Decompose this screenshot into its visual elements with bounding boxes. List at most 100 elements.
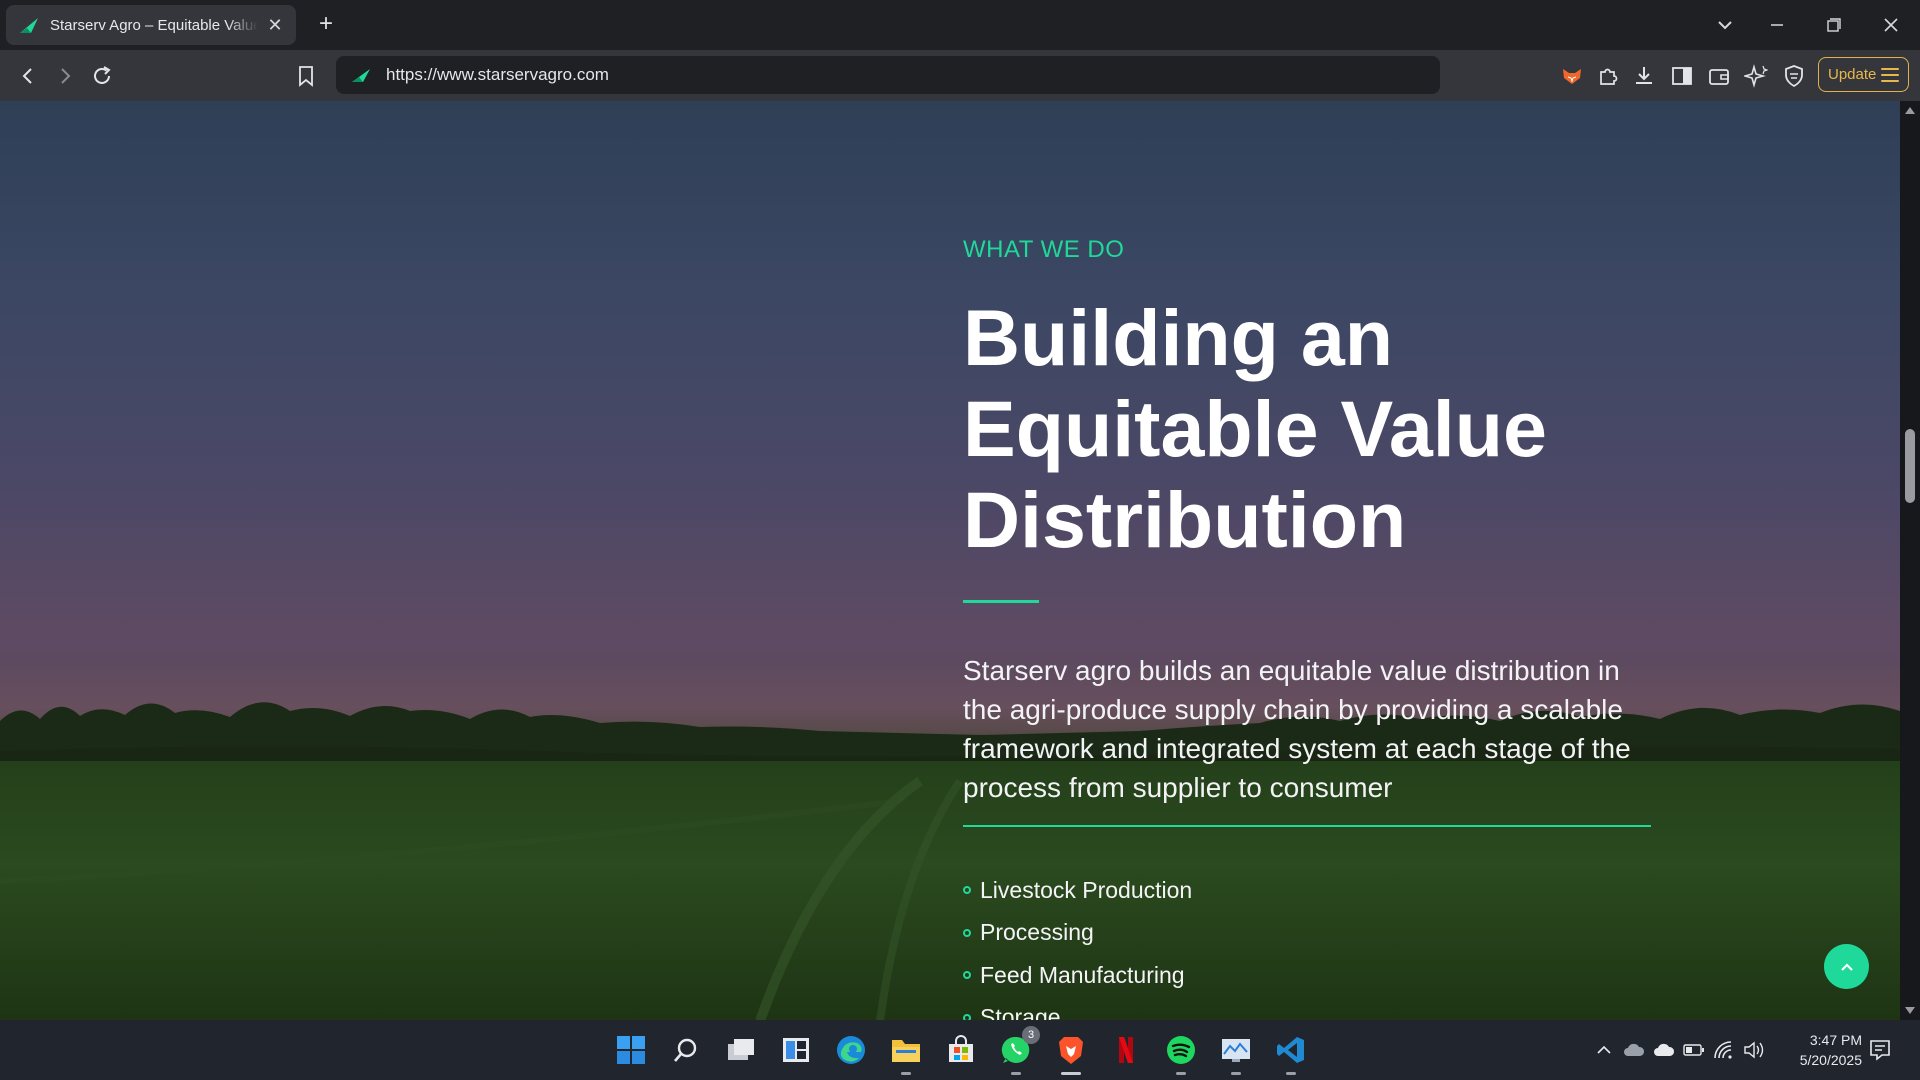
brave-button[interactable] xyxy=(1051,1030,1091,1075)
search-button[interactable] xyxy=(666,1030,706,1070)
store-button[interactable] xyxy=(941,1030,981,1070)
task-view-icon xyxy=(728,1039,754,1060)
scrollbar-thumb[interactable] xyxy=(1905,429,1915,503)
tab-list-chevron-icon[interactable] xyxy=(1710,13,1740,37)
service-label: Processing xyxy=(980,919,1094,946)
bullet-icon xyxy=(963,886,971,895)
services-list: Livestock Production Processing Feed Man… xyxy=(963,869,1192,1020)
back-arrow-icon xyxy=(22,68,32,84)
volume-button[interactable] xyxy=(1742,1038,1766,1062)
running-indicator xyxy=(1286,1072,1296,1075)
system-clock[interactable]: 3:47 PM 5/20/2025 xyxy=(1766,1030,1862,1070)
running-indicator xyxy=(901,1072,911,1075)
notification-icon xyxy=(1870,1040,1890,1061)
notification-badge: 3 xyxy=(1022,1026,1040,1044)
task-view-button[interactable] xyxy=(721,1030,761,1070)
close-window-icon[interactable] xyxy=(1876,13,1906,37)
widgets-button[interactable] xyxy=(776,1030,816,1070)
tab-title: Starserv Agro – Equitable Value xyxy=(50,16,258,34)
accent-underline xyxy=(963,600,1039,603)
section-divider xyxy=(963,825,1651,827)
brave-lion-icon xyxy=(1059,1037,1083,1064)
vscode-button[interactable] xyxy=(1271,1030,1311,1075)
new-tab-button[interactable]: + xyxy=(312,10,340,38)
running-indicator xyxy=(1011,1072,1021,1075)
search-icon xyxy=(674,1038,697,1062)
edge-icon xyxy=(837,1036,865,1064)
widgets-icon xyxy=(783,1038,809,1062)
extensions-button[interactable] xyxy=(1594,62,1622,90)
wifi-icon xyxy=(1714,1041,1732,1059)
forward-button[interactable] xyxy=(49,60,81,92)
restore-icon[interactable] xyxy=(1818,13,1848,37)
scroll-up-arrow-icon[interactable] xyxy=(1905,107,1915,114)
spotify-icon xyxy=(1167,1036,1195,1064)
spotify-button[interactable] xyxy=(1161,1030,1201,1075)
site-favicon-icon xyxy=(20,18,38,33)
battery-icon xyxy=(1683,1044,1704,1056)
start-button[interactable] xyxy=(611,1030,651,1070)
wallet-button[interactable] xyxy=(1705,62,1733,90)
reload-button[interactable] xyxy=(86,60,118,92)
sidebar-button[interactable] xyxy=(1668,62,1696,90)
windows-logo-icon xyxy=(617,1036,645,1064)
list-item: Livestock Production xyxy=(963,869,1192,912)
extension-fox-button[interactable] xyxy=(1558,62,1586,90)
service-label: Feed Manufacturing xyxy=(980,961,1185,988)
webpage-viewport: WHAT WE DO Building an Equitable Value D… xyxy=(0,101,1900,1020)
update-button[interactable]: Update xyxy=(1818,57,1909,92)
section-description: Starserv agro builds an equitable value … xyxy=(963,655,1631,803)
cloud-icon xyxy=(1654,1043,1675,1056)
file-explorer-button[interactable] xyxy=(886,1030,926,1075)
onedrive-button[interactable] xyxy=(1652,1038,1676,1062)
forward-arrow-icon xyxy=(61,68,71,84)
onedrive-personal-button[interactable] xyxy=(1622,1038,1646,1062)
windows-taskbar: 3 3:47 PM 5/20/2025 xyxy=(0,1020,1920,1080)
url-text: https://www.starservagro.com xyxy=(386,65,609,84)
list-item: Feed Manufacturing xyxy=(963,954,1192,997)
netflix-button[interactable] xyxy=(1106,1030,1146,1070)
minimize-icon[interactable] xyxy=(1762,13,1792,37)
browser-toolbar: https://www.starservagro.com Update xyxy=(0,50,1920,101)
list-item: Processing xyxy=(963,912,1192,955)
running-indicator xyxy=(1176,1072,1186,1075)
site-favicon-icon xyxy=(352,69,370,82)
wallet-icon xyxy=(1709,69,1729,85)
active-tab[interactable]: Starserv Agro – Equitable Value ✕ xyxy=(6,5,296,45)
service-label: Livestock Production xyxy=(980,876,1193,903)
vscode-icon xyxy=(1277,1037,1304,1063)
clock-date: 5/20/2025 xyxy=(1799,1052,1862,1068)
page-scrollbar[interactable] xyxy=(1900,101,1920,1020)
section-headline: Building an Equitable Value Distribution xyxy=(963,293,1547,564)
reload-icon xyxy=(94,66,111,84)
netflix-icon xyxy=(1119,1037,1133,1063)
tab-close-icon[interactable]: ✕ xyxy=(266,15,284,36)
bookmark-button[interactable] xyxy=(290,60,322,92)
section-eyebrow: WHAT WE DO xyxy=(963,236,1125,263)
show-hidden-icons-button[interactable] xyxy=(1592,1038,1616,1062)
battery-button[interactable] xyxy=(1682,1038,1706,1062)
performance-monitor-icon xyxy=(1222,1039,1250,1062)
scroll-to-top-button[interactable] xyxy=(1824,944,1869,989)
whatsapp-button[interactable]: 3 xyxy=(996,1026,1040,1075)
menu-hamburger-icon xyxy=(1881,68,1899,86)
scroll-down-arrow-icon[interactable] xyxy=(1905,1007,1915,1014)
sidebar-icon xyxy=(1672,67,1692,85)
network-button[interactable] xyxy=(1712,1038,1736,1062)
download-icon xyxy=(1636,67,1652,84)
shields-button[interactable] xyxy=(1780,62,1808,90)
shield-icon xyxy=(1785,65,1803,88)
edge-button[interactable] xyxy=(831,1030,871,1070)
list-item: Storage xyxy=(963,997,1192,1020)
monitor-app-button[interactable] xyxy=(1216,1030,1256,1075)
leo-ai-button[interactable] xyxy=(1742,62,1770,90)
address-bar[interactable]: https://www.starservagro.com xyxy=(336,56,1440,94)
back-button[interactable] xyxy=(12,60,44,92)
folder-icon xyxy=(892,1040,920,1062)
update-label: Update xyxy=(1828,66,1877,83)
notification-center-button[interactable] xyxy=(1868,1038,1892,1067)
cloud-icon xyxy=(1624,1043,1645,1056)
bullet-icon xyxy=(963,928,971,937)
sparkle-icon xyxy=(1744,64,1768,88)
downloads-button[interactable] xyxy=(1630,62,1658,90)
